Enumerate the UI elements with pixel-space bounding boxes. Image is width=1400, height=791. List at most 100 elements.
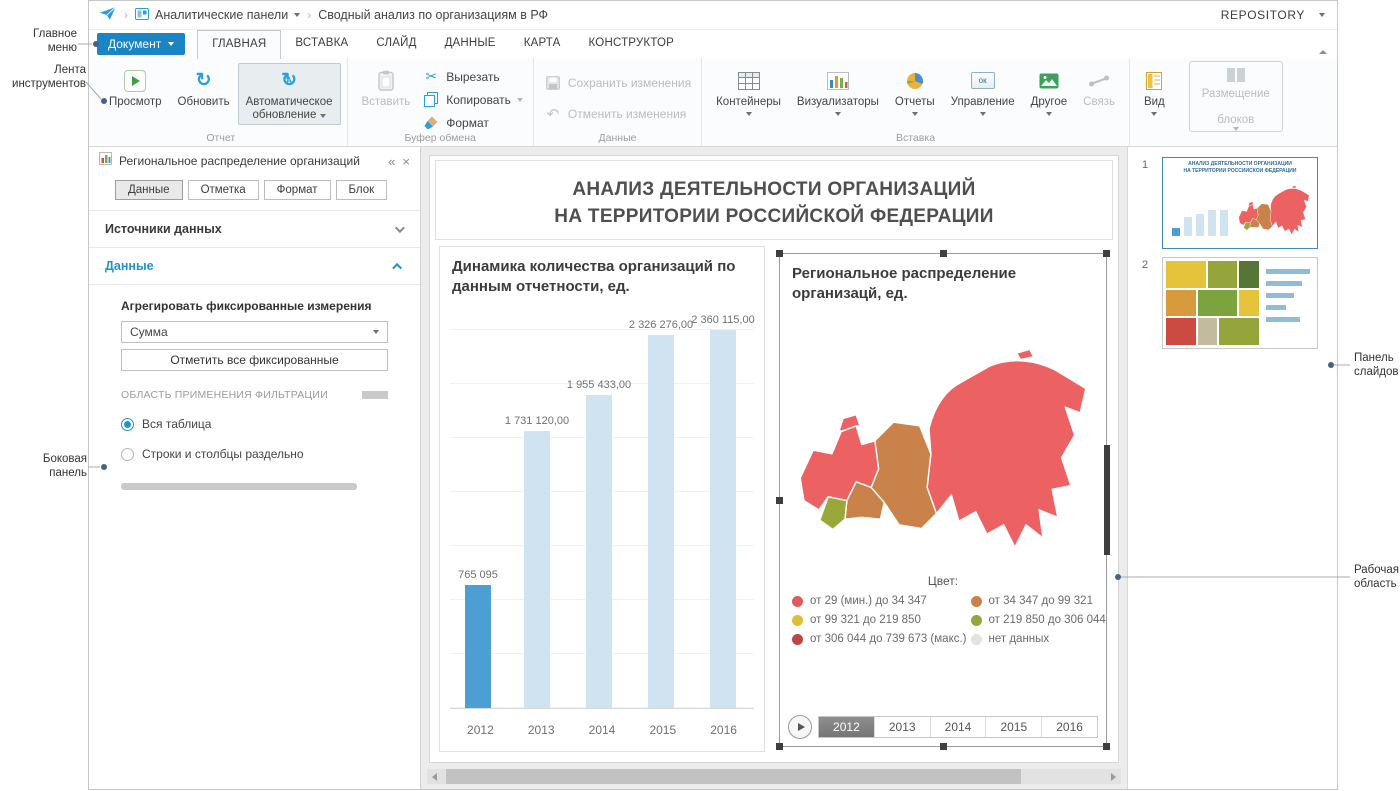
controls-button[interactable]: ок Управление — [943, 63, 1023, 119]
selection-handle[interactable] — [776, 250, 783, 257]
mini-hbar — [1266, 269, 1310, 274]
bar[interactable] — [586, 395, 612, 708]
paste-button[interactable]: Вставить — [354, 63, 419, 112]
paper-plane-icon[interactable] — [99, 6, 117, 24]
legend-label: от 29 (мин.) до 34 347 — [810, 595, 927, 607]
legend-item: нет данных — [971, 633, 1106, 645]
timeline-year-button[interactable]: 2013 — [874, 717, 930, 737]
timeline-year-button[interactable]: 2015 — [985, 717, 1041, 737]
tab-glavnaya[interactable]: ГЛАВНАЯ — [197, 30, 281, 59]
scrollbar-thumb[interactable] — [446, 769, 1021, 784]
radio-rows-cols[interactable]: Строки и столбцы раздельно — [121, 447, 388, 461]
selection-handle[interactable] — [1103, 250, 1110, 257]
sidebar-tab-block[interactable]: Блок — [336, 180, 388, 200]
timeline-year-button[interactable]: 2014 — [930, 717, 986, 737]
group-label-data: Данные — [534, 132, 701, 144]
copy-button[interactable]: Копировать — [418, 88, 527, 111]
radio-whole-table[interactable]: Вся таблица — [121, 417, 388, 431]
treemap-row — [1166, 290, 1259, 317]
chevron-down-icon — [835, 112, 841, 116]
auto-refresh-icon: ↻A — [281, 70, 297, 92]
auto-refresh-button[interactable]: ↻A Автоматическоеобновление — [238, 63, 341, 125]
tab-konstruktor[interactable]: КОНСТРУКТОР — [575, 30, 689, 58]
sidebar-tab-format[interactable]: Формат — [264, 180, 331, 200]
scroll-right-icon[interactable] — [1106, 769, 1121, 784]
bar[interactable] — [648, 335, 674, 708]
legend-item: от 306 044 до 739 673 (макс.) — [792, 633, 967, 645]
visualizers-button[interactable]: Визуализаторы — [789, 63, 887, 119]
view-label: Вид — [1144, 96, 1165, 109]
radio-button[interactable] — [121, 448, 134, 461]
radio-rows-cols-label: Строки и столбцы раздельно — [142, 447, 304, 461]
horizontal-scrollbar[interactable] — [427, 769, 1121, 784]
chevron-down-icon — [912, 112, 918, 116]
dashboard-title-block[interactable]: АНАЛИЗ ДЕЯТЕЛЬНОСТИ ОРГАНИЗАЦИЙ НА ТЕРРИ… — [435, 160, 1113, 240]
ok-button-icon: ок — [971, 72, 995, 89]
bar-chart-block[interactable]: Динамика количества организаций по данны… — [439, 246, 765, 752]
bar-chart-categories: 20122013201420152016 — [450, 723, 754, 737]
group-label-clipboard: Буфер обмена — [348, 132, 533, 144]
bar-column: 1 731 120,00 — [506, 415, 568, 708]
preview-button[interactable]: Просмотр — [101, 63, 170, 112]
bar[interactable] — [524, 431, 550, 708]
tab-karta[interactable]: КАРТА — [510, 30, 575, 58]
legend-color-dot — [971, 596, 982, 607]
mini-bar — [1196, 214, 1204, 236]
bar[interactable] — [465, 585, 491, 708]
tab-dannye[interactable]: ДАННЫЕ — [431, 30, 510, 58]
bar-category-label: 2014 — [572, 723, 633, 737]
slide1-mini-bars — [1166, 178, 1234, 244]
tab-slide[interactable]: СЛАЙД — [362, 30, 430, 58]
bar-category-label: 2012 — [450, 723, 511, 737]
repository-menu-icon[interactable] — [1319, 13, 1325, 17]
document-menu-button[interactable]: Документ — [97, 33, 185, 55]
refresh-button[interactable]: ↻ Обновить — [170, 63, 238, 112]
other-button[interactable]: Другое — [1023, 63, 1076, 119]
aggregate-select[interactable]: Сумма — [121, 321, 388, 343]
tab-vstavka[interactable]: ВСТАВКА — [281, 30, 362, 58]
section-data[interactable]: Данные — [89, 247, 420, 285]
sidebar-tab-data[interactable]: Данные — [115, 180, 183, 200]
mark-all-fixed-button[interactable]: Отметить все фиксированные — [121, 349, 388, 371]
sidebar-header: Региональное распределение организаций «… — [89, 147, 420, 175]
scroll-left-icon[interactable] — [427, 769, 442, 784]
cut-button[interactable]: ✂ Вырезать — [418, 65, 527, 88]
bar-column: 2 360 115,00 — [692, 314, 754, 708]
russia-map[interactable] — [789, 330, 1097, 574]
view-button[interactable]: Вид — [1136, 63, 1173, 119]
map-block[interactable]: Региональное распределение организацй, е… — [779, 253, 1107, 747]
bar[interactable] — [710, 330, 736, 708]
reports-button[interactable]: Отчеты — [887, 63, 943, 119]
selection-handle[interactable] — [940, 250, 947, 257]
section-data-sources[interactable]: Источники данных — [89, 210, 420, 247]
slide-thumbnail-2[interactable] — [1162, 257, 1318, 349]
chevron-down-icon — [320, 114, 326, 118]
timeline-year-button[interactable]: 2012 — [819, 717, 874, 737]
selection-handle[interactable] — [1104, 445, 1110, 555]
breadcrumb-parent[interactable]: Аналитические панели — [135, 8, 300, 23]
layout-blocks-button[interactable]: Размещениеблоков — [1189, 61, 1283, 132]
selection-handle[interactable] — [940, 743, 947, 750]
chevron-down-icon[interactable] — [517, 98, 523, 102]
slide-thumbnail-1[interactable]: АНАЛИЗ ДЕЯТЕЛЬНОСТИ ОРГАНИЗАЦИЙ НА ТЕРРИ… — [1162, 157, 1318, 249]
aggregate-label: Агрегировать фиксированные измерения — [121, 299, 388, 313]
undo-changes-button[interactable]: ↶ Отменить изменения — [540, 102, 695, 125]
sidebar-tab-mark[interactable]: Отметка — [188, 180, 259, 200]
link-button[interactable]: Связь — [1075, 63, 1123, 112]
collapse-panel-icon[interactable]: « — [388, 155, 395, 168]
sidebar-scrollbar[interactable] — [121, 483, 357, 490]
selection-handle[interactable] — [776, 743, 783, 750]
timeline-play-button[interactable] — [788, 715, 812, 739]
scrollbar-fragment[interactable] — [362, 391, 388, 399]
format-button[interactable]: Формат — [418, 111, 527, 134]
timeline-year-button[interactable]: 2016 — [1041, 717, 1097, 737]
save-changes-button[interactable]: Сохранить изменения — [540, 71, 695, 94]
selection-handle[interactable] — [776, 497, 783, 504]
close-panel-icon[interactable]: × — [402, 155, 410, 168]
repository-label[interactable]: REPOSITORY — [1221, 8, 1305, 22]
radio-button-checked[interactable] — [121, 418, 134, 431]
collapse-ribbon-button[interactable] — [1319, 41, 1327, 59]
selection-handle[interactable] — [1103, 743, 1110, 750]
containers-button[interactable]: Контейнеры — [708, 63, 789, 119]
chevron-down-icon[interactable] — [294, 13, 300, 17]
